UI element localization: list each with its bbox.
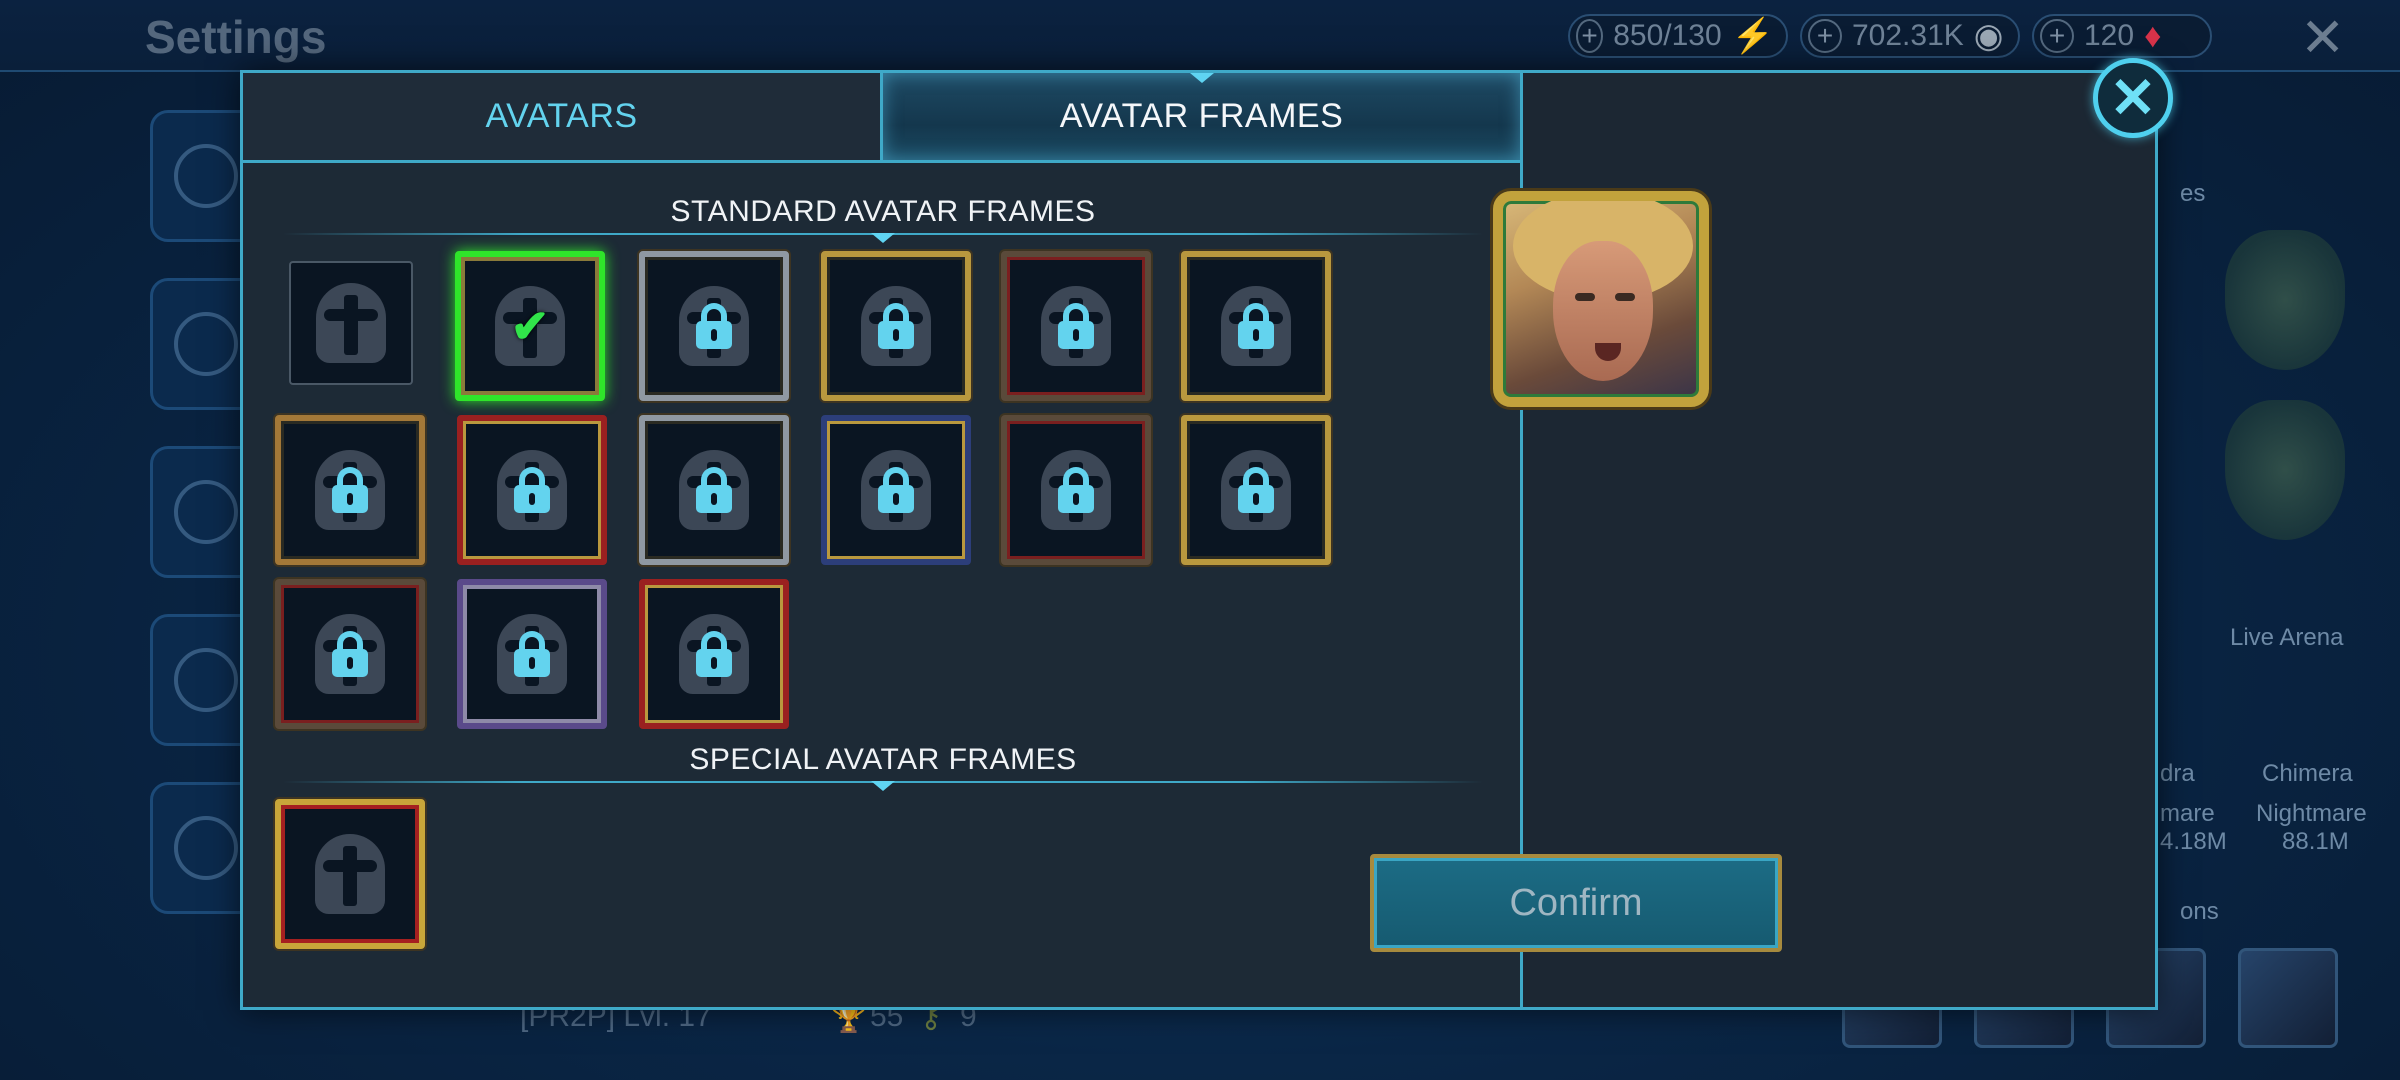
lock-icon (878, 303, 914, 349)
avatar-preview (1493, 191, 1709, 407)
frame-locked[interactable] (275, 579, 425, 729)
lock-icon (696, 303, 732, 349)
energy-counter[interactable]: + 850/130 ⚡ (1568, 14, 1788, 58)
user-icon (174, 312, 238, 376)
silver-coin-icon: ◉ (1973, 17, 2004, 55)
helmet-icon (316, 283, 386, 363)
live-arena-label: Live Arena (2230, 624, 2344, 651)
plus-icon[interactable]: + (1808, 19, 1842, 53)
difficulty-label: Nightmare (2256, 800, 2367, 827)
champion-thumb (2238, 948, 2338, 1048)
lock-icon (514, 467, 550, 513)
frame-locked[interactable] (275, 415, 425, 565)
lock-icon (332, 467, 368, 513)
lock-icon (696, 467, 732, 513)
clan-crest (2225, 400, 2345, 540)
special-frames-heading: SPECIAL AVATAR FRAMES (689, 743, 1077, 776)
damage-value: 88.1M (2282, 828, 2349, 855)
close-icon[interactable]: ✕ (2300, 6, 2345, 69)
globe-icon (174, 816, 238, 880)
frame-locked[interactable] (821, 415, 971, 565)
frame-locked[interactable] (821, 251, 971, 401)
lock-icon (878, 467, 914, 513)
difficulty-label: mare (2160, 800, 2215, 827)
avatar-frames-dialog: AVATARS AVATAR FRAMES STANDARD AVATAR FR… (240, 70, 2158, 1010)
silver-counter[interactable]: + 702.31K ◉ (1800, 14, 2020, 58)
frame-locked[interactable] (639, 251, 789, 401)
hydra-label: dra (2160, 760, 2195, 787)
standard-frames-heading: STANDARD AVATAR FRAMES (670, 195, 1096, 228)
plus-icon[interactable]: + (2040, 19, 2074, 53)
profile-icon (174, 144, 238, 208)
divider (283, 233, 1483, 243)
section-label: ons (2180, 898, 2219, 925)
page-title: Settings (145, 11, 327, 63)
tab-bar: AVATARS AVATAR FRAMES (243, 73, 1520, 163)
frame-special[interactable] (275, 799, 425, 949)
gem-icon: ♦ (2144, 16, 2162, 55)
checkmark-icon: ✔ (510, 300, 550, 352)
lock-icon (1238, 467, 1274, 513)
damage-value: 4.18M (2160, 828, 2227, 855)
frame-locked[interactable] (1181, 251, 1331, 401)
gem-value: 120 (2084, 19, 2135, 52)
lock-icon (514, 631, 550, 677)
divider-arrow-icon (871, 781, 895, 791)
divider-arrow-icon (871, 233, 895, 243)
frame-selected[interactable]: ✔ (455, 251, 605, 401)
chimera-label: Chimera (2262, 760, 2353, 787)
lock-icon (1058, 467, 1094, 513)
energy-icon: ⚡ (1731, 17, 1774, 55)
lock-icon (332, 631, 368, 677)
tab-avatar-frames[interactable]: AVATAR FRAMES (883, 73, 1520, 160)
frame-locked[interactable] (1001, 251, 1151, 401)
helmet-icon (315, 834, 385, 914)
lock-icon (696, 631, 732, 677)
gear-icon (174, 480, 238, 544)
silver-value: 702.31K (1852, 19, 1964, 52)
frame-locked[interactable] (639, 579, 789, 729)
tab-avatars[interactable]: AVATARS (243, 73, 883, 160)
frame-locked[interactable] (639, 415, 789, 565)
section-label: es (2180, 180, 2206, 207)
lock-icon (1238, 303, 1274, 349)
info-icon (174, 648, 238, 712)
confirm-button[interactable]: Confirm (1370, 854, 1782, 952)
gem-counter[interactable]: + 120 ♦ (2032, 14, 2212, 58)
frame-locked[interactable] (1001, 415, 1151, 565)
frame-locked[interactable] (457, 579, 607, 729)
frames-panel: AVATARS AVATAR FRAMES STANDARD AVATAR FR… (243, 73, 1523, 1007)
energy-value: 850/130 (1613, 19, 1722, 52)
frame-locked[interactable] (457, 415, 607, 565)
lock-icon (1058, 303, 1094, 349)
frame-locked[interactable] (1181, 415, 1331, 565)
close-icon[interactable]: ✕ (2093, 58, 2173, 138)
plus-icon[interactable]: + (1576, 19, 1604, 53)
divider (283, 781, 1483, 791)
clan-crest (2225, 230, 2345, 370)
frame-default[interactable] (289, 261, 413, 385)
